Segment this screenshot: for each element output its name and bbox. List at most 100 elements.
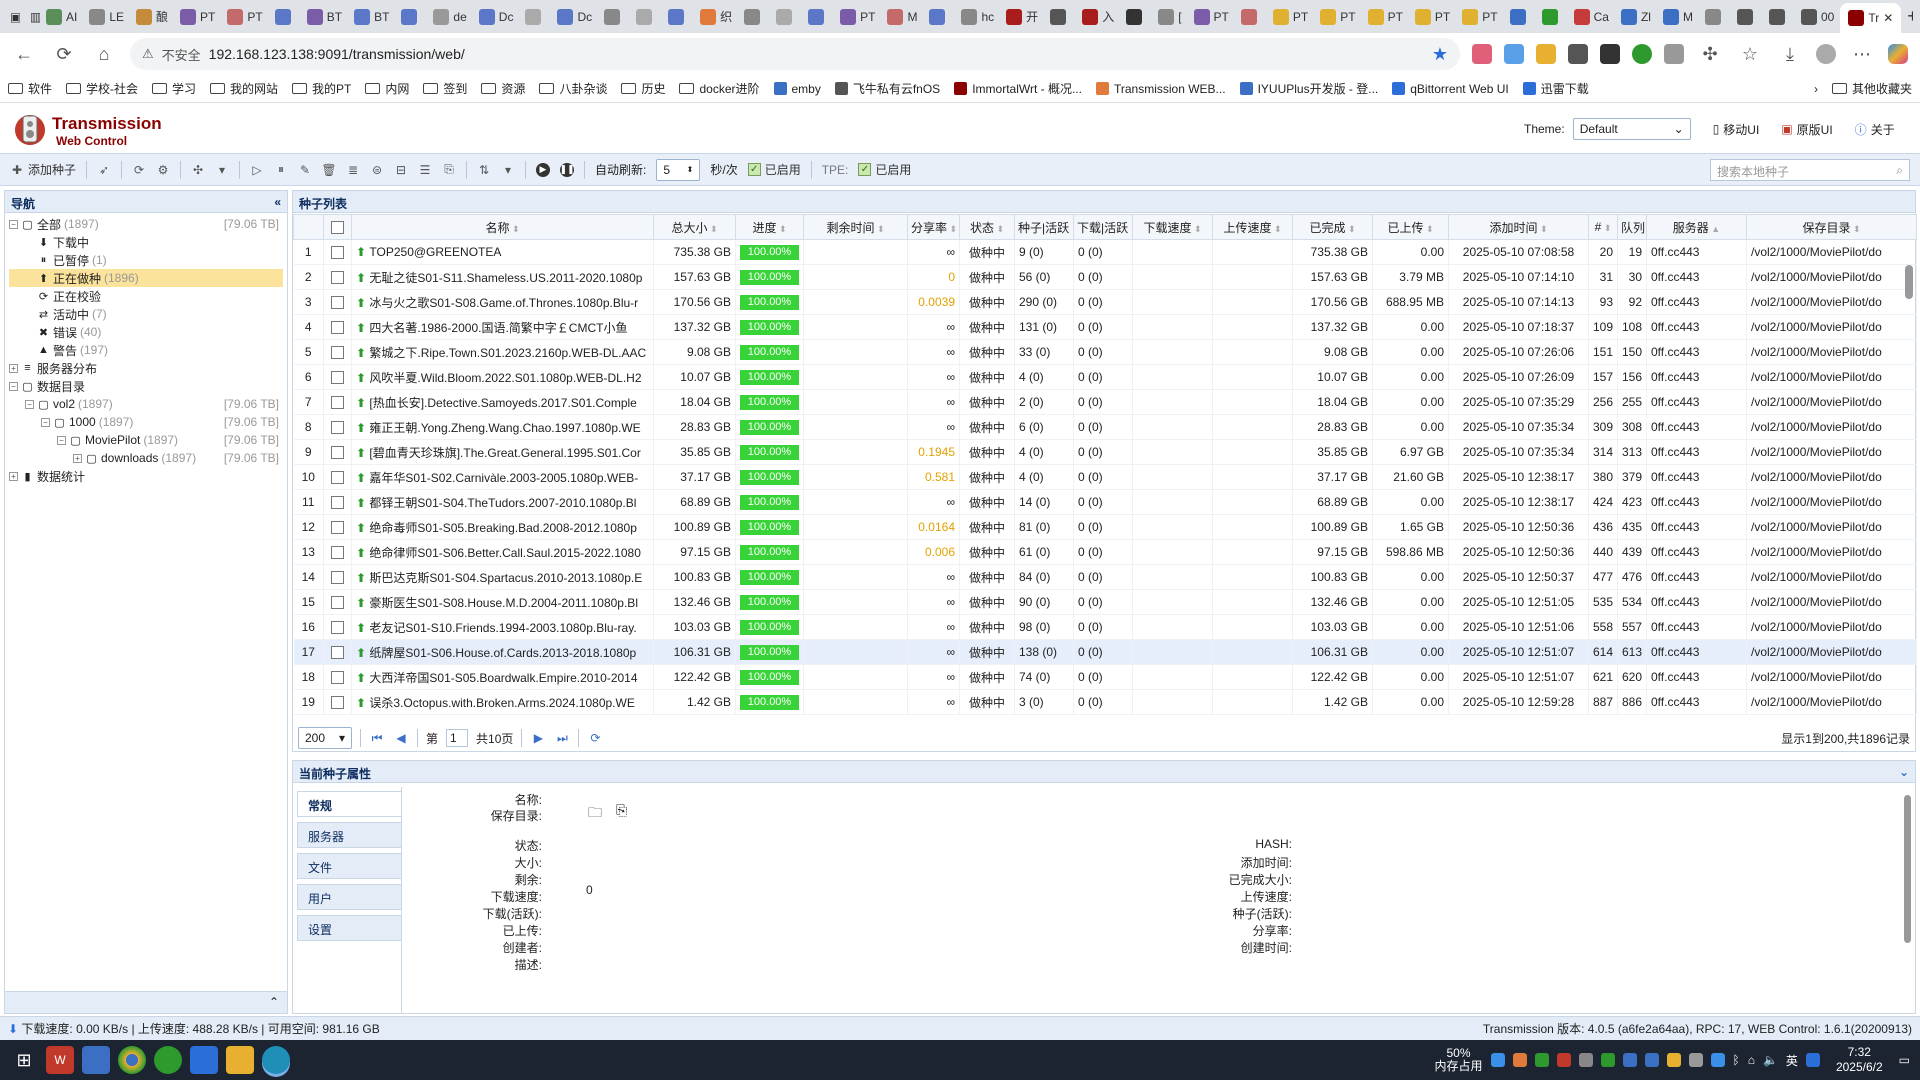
bookmark-item[interactable]: docker进阶 [679, 80, 760, 97]
browser-tab[interactable]: PT [1409, 0, 1456, 33]
pause-all-icon[interactable]: ❚❚ [559, 162, 575, 177]
bookmark-item[interactable]: 飞牛私有云fnOS [834, 80, 940, 97]
torrent-name[interactable]: [热血长安].Detective.Samoyeds.2017.S01.Compl… [369, 396, 636, 410]
browser-tab[interactable]: LE [83, 0, 130, 33]
plugin-icon[interactable]: ✣ [191, 163, 205, 177]
add-torrent-button[interactable]: ✚ 添加种子 [10, 161, 76, 178]
close-tab-icon[interactable]: ✕ [1883, 11, 1893, 25]
bookmark-item[interactable]: 八卦杂谈 [539, 80, 607, 97]
tray-icon[interactable] [1710, 1053, 1725, 1067]
edge-icon[interactable] [262, 1046, 290, 1074]
url-text[interactable]: 192.168.123.138:9091/transmission/web/ [209, 46, 465, 62]
select-all-checkbox[interactable] [331, 221, 344, 235]
last-page-icon[interactable]: ⏭ [554, 731, 570, 746]
table-row[interactable]: 14 ⬆ 斯巴达克斯S01-S04.Spartacus.2010-2013.108… [293, 564, 1917, 590]
browser-tab[interactable] [1731, 0, 1763, 33]
browser-tab[interactable] [519, 0, 551, 33]
browser-tab[interactable]: PT [1267, 0, 1314, 33]
favorites-icon[interactable]: ☆ [1736, 40, 1764, 68]
tray-icon[interactable] [1600, 1053, 1615, 1067]
nav-node[interactable]: ⟳ 正在校验 [9, 287, 283, 305]
table-row[interactable]: 12 ⬆ 绝命毒师S01-S05.Breaking.Bad.2008-2012.1… [293, 514, 1917, 540]
column-header[interactable]: 添加时间 ⬍ [1448, 214, 1589, 240]
browser-tab[interactable]: PT [174, 0, 221, 33]
bookmark-item[interactable]: IYUUPlus开发版 - 登... [1239, 80, 1378, 97]
tracker-icon[interactable]: ⊜ [370, 163, 384, 177]
torrent-name[interactable]: 纸牌屋S01-S06.House.of.Cards.2013-2018.1080… [369, 646, 636, 660]
browser-tab[interactable] [1235, 0, 1267, 33]
memory-usage[interactable]: 50% 内存占用 [1435, 1047, 1483, 1073]
browser-tab[interactable]: hc [955, 0, 1000, 33]
collapse-up-icon[interactable]: ⌃ [269, 995, 279, 1009]
torrent-name[interactable]: 都铎王朝S01-S04.TheTudors.2007-2010.1080p.Bl [369, 496, 636, 510]
expand-toggle-icon[interactable]: − [25, 399, 34, 409]
torrent-name[interactable]: 四大名著.1986-2000.国语.简繁中字￡CMCT小鱼 [369, 321, 627, 335]
page-size-select[interactable]: 200 ▾ [298, 727, 352, 749]
tray-icon[interactable] [1512, 1053, 1527, 1067]
nav-node[interactable]: + ▢ downloads (1897) [79.06 TB] [9, 449, 283, 467]
browser-tab[interactable]: PT [221, 0, 268, 33]
column-header[interactable]: 下载|活跃 ⬍ [1073, 214, 1133, 240]
gear-icon[interactable]: ⚙ [156, 163, 170, 177]
row-checkbox[interactable] [331, 321, 344, 335]
row-checkbox[interactable] [331, 421, 344, 435]
table-row[interactable]: 16 ⬆ 老友记S01-S10.Friends.1994-2003.1080p.B… [293, 614, 1917, 640]
tray-icon[interactable] [1622, 1053, 1637, 1067]
folder-open-icon[interactable]: 🗀 [588, 802, 602, 826]
bookmark-item[interactable]: 我的PT [292, 80, 351, 97]
sort-icon[interactable]: ⬍ [776, 224, 787, 234]
column-header[interactable]: 状态 ⬍ [959, 214, 1015, 240]
app-icon[interactable] [82, 1046, 110, 1074]
browser-tab[interactable] [630, 0, 662, 33]
refresh-icon[interactable]: ⟳ [132, 163, 146, 177]
browser-tab[interactable] [598, 0, 630, 33]
spinner-arrows-icon[interactable]: ⬍ [687, 165, 694, 174]
expand-toggle-icon[interactable]: + [73, 453, 82, 463]
tray-icon[interactable] [1688, 1053, 1703, 1067]
nav-node[interactable]: ▲ 警告 (197) [9, 341, 283, 359]
browser-tab[interactable]: Tr ✕ [1840, 3, 1902, 33]
row-checkbox[interactable] [331, 596, 344, 610]
sort-icon[interactable]: ⬍ [1128, 224, 1132, 234]
tray-icon[interactable] [1534, 1053, 1549, 1067]
about-link[interactable]: ⓘ 关于 [1855, 121, 1895, 138]
tray-icon[interactable] [1556, 1053, 1571, 1067]
sort-icon[interactable]: ⬍ [1850, 224, 1861, 234]
row-checkbox[interactable] [331, 521, 344, 535]
menu-icon[interactable]: ⋯ [1848, 40, 1876, 68]
row-checkbox[interactable] [331, 571, 344, 585]
bookmark-item[interactable]: 我的网站 [210, 80, 278, 97]
sort-icon[interactable]: ⬍ [1423, 224, 1434, 234]
auto-refresh-toggle[interactable]: ✓ 已启用 [747, 161, 801, 178]
row-checkbox[interactable] [331, 246, 344, 260]
browser-tab[interactable]: AI [40, 0, 83, 33]
browser-tab[interactable] [1536, 0, 1568, 33]
vertical-tabs-icon[interactable]: ▥ [20, 0, 40, 33]
extension-icon[interactable] [1664, 44, 1684, 64]
row-checkbox[interactable] [331, 621, 344, 635]
browser-tab[interactable]: 开 [1000, 0, 1044, 33]
column-header[interactable]: 上传速度 ⬍ [1212, 214, 1293, 240]
browser-tab[interactable]: Zl [1615, 0, 1657, 33]
other-bookmarks[interactable]: 其他收藏夹 [1831, 80, 1912, 97]
bookmark-item[interactable]: 历史 [621, 80, 665, 97]
row-checkbox[interactable] [331, 346, 344, 360]
browser-tab[interactable] [1763, 0, 1795, 33]
sort-icon[interactable]: ▲ [1709, 224, 1720, 234]
torrent-name[interactable]: 大西洋帝国S01-S05.Boardwalk.Empire.2010-2014 [369, 671, 637, 685]
sort-icon[interactable]: ⬍ [1069, 224, 1073, 234]
new-tab-button[interactable]: + [1901, 0, 1913, 33]
torrent-name[interactable]: 斯巴达克斯S01-S04.Spartacus.2010-2013.1080p.E [369, 571, 642, 585]
torrent-name[interactable]: 繁城之下.Ripe.Town.S01.2023.2160p.WEB-DL.AAC [369, 346, 646, 360]
browser-tab[interactable]: PT [1188, 0, 1235, 33]
bookmark-item[interactable]: 签到 [423, 80, 467, 97]
expand-toggle-icon[interactable]: − [41, 417, 50, 427]
reload-icon[interactable]: ⟳ [50, 40, 78, 68]
torrent-name[interactable]: 冰与火之歌S01-S08.Game.of.Thrones.1080p.Blu-r [369, 296, 638, 310]
next-page-icon[interactable]: ▶ [530, 731, 546, 745]
browser-tab[interactable] [923, 0, 955, 33]
copy-path-icon[interactable]: ⎘ [616, 802, 627, 819]
row-checkbox[interactable] [331, 446, 344, 460]
table-row[interactable]: 13 ⬆ 绝命律师S01-S06.Better.Call.Saul.2015-20… [293, 539, 1917, 565]
home-icon[interactable]: ⌂ [90, 40, 118, 68]
